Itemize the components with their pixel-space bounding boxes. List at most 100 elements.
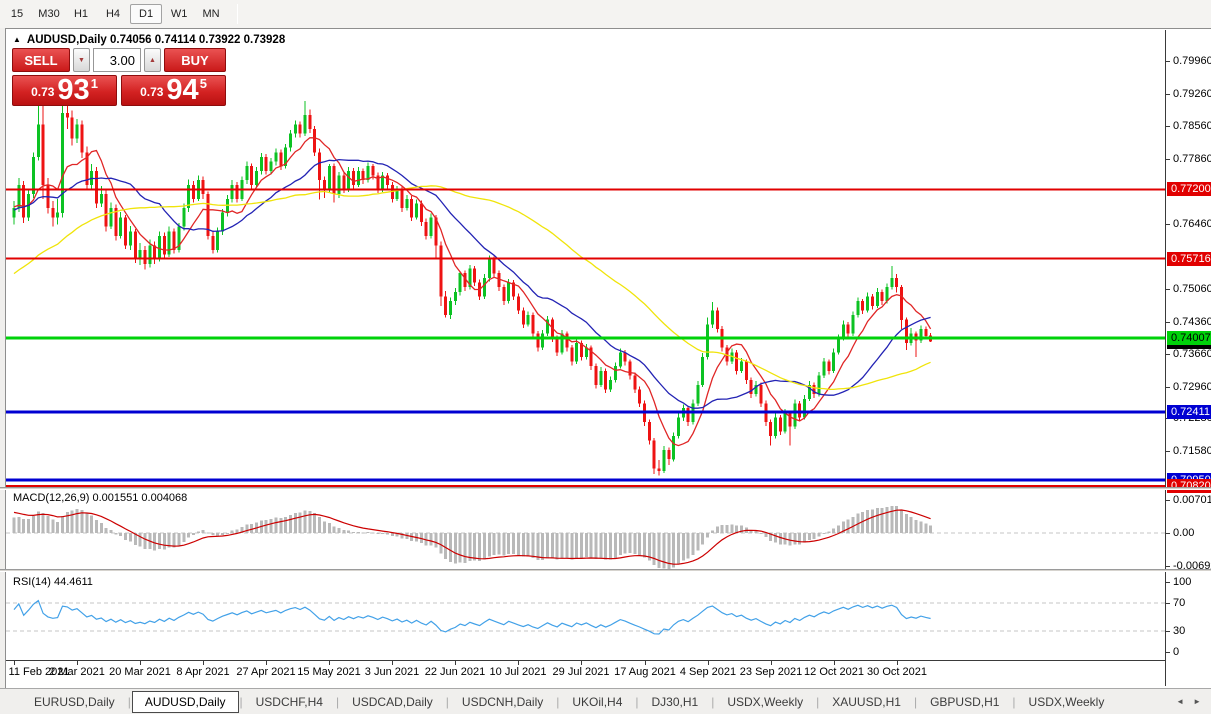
toolbar-separator bbox=[237, 4, 239, 24]
time-label: 12 Oct 2021 bbox=[804, 666, 864, 678]
chart-tab-usdchf-h4[interactable]: USDCHF,H4 bbox=[244, 692, 335, 712]
price-chart-canvas[interactable] bbox=[6, 30, 1165, 660]
chart-tab-usdx-weekly[interactable]: USDX,Weekly bbox=[1017, 692, 1117, 712]
timeframe-button-mn[interactable]: MN bbox=[196, 5, 226, 23]
price-axis[interactable]: 0.79960 0.79260 0.78560 0.77860 0.76460 0.750… bbox=[1165, 30, 1211, 686]
chart-tab-gbpusd-h1[interactable]: GBPUSD,H1 bbox=[918, 692, 1011, 712]
time-label: 23 Sep 2021 bbox=[739, 666, 803, 678]
time-label: 15 May 2021 bbox=[297, 666, 361, 678]
panel-splitter[interactable] bbox=[0, 569, 1211, 572]
chart-tab-dj30-h1[interactable]: DJ30,H1 bbox=[640, 692, 711, 712]
timeframe-button-h1[interactable]: H1 bbox=[66, 5, 96, 23]
hline-price-label: 0.77200 bbox=[1167, 182, 1211, 196]
time-tick bbox=[897, 661, 898, 665]
time-label: 17 Aug 2021 bbox=[614, 666, 676, 678]
hline-price-label: 0.72411 bbox=[1167, 405, 1211, 419]
chart-tab-xauusd-h1[interactable]: XAUUSD,H1 bbox=[820, 692, 913, 712]
macd-axis-label: 0.00 bbox=[1166, 526, 1211, 540]
chart-tab-audusd-daily[interactable]: AUDUSD,Daily bbox=[131, 690, 239, 713]
time-label: 10 Jul 2021 bbox=[489, 666, 547, 678]
time-tick bbox=[518, 661, 519, 665]
collapse-triangle-icon[interactable]: ▲ bbox=[13, 35, 21, 44]
sell-price-pips: 93 bbox=[57, 74, 90, 106]
time-tick bbox=[834, 661, 835, 665]
timeframe-toolbar: 15 M30 H1 H4 D1 W1 MN bbox=[0, 0, 1211, 28]
time-label: 30 Oct 2021 bbox=[867, 666, 927, 678]
panel-splitter[interactable] bbox=[0, 487, 1211, 490]
macd-axis-label: 0.007015 bbox=[1166, 493, 1211, 507]
price-tick-label: 0.72960 bbox=[1166, 380, 1211, 394]
chart-title-text: AUDUSD,Daily 0.74056 0.74114 0.73922 0.7… bbox=[26, 34, 286, 46]
time-label: 29 Jul 2021 bbox=[552, 666, 610, 678]
timeframe-button-h4[interactable]: H4 bbox=[98, 5, 128, 23]
time-label: 22 Jun 2021 bbox=[424, 666, 486, 678]
time-label: 27 Apr 2021 bbox=[236, 666, 296, 678]
timeframe-button-15[interactable]: 15 bbox=[2, 5, 32, 23]
volume-input[interactable] bbox=[93, 48, 141, 72]
time-label: 3 Jun 2021 bbox=[364, 666, 420, 678]
rsi-indicator-label: RSI(14) 44.4611 bbox=[13, 576, 93, 588]
chart-tab-usdcnh-daily[interactable]: USDCNH,Daily bbox=[450, 692, 555, 712]
time-tick bbox=[771, 661, 772, 665]
tab-scroll-left-icon[interactable]: ◄ bbox=[1176, 697, 1184, 706]
time-tick bbox=[14, 661, 15, 665]
timeframe-button-w1[interactable]: W1 bbox=[164, 5, 194, 23]
time-tick bbox=[203, 661, 204, 665]
hline-price-label: 0.70820 bbox=[1167, 479, 1211, 493]
time-tick bbox=[266, 661, 267, 665]
buy-price-point: 5 bbox=[199, 76, 207, 91]
rsi-axis-label: 70 bbox=[1166, 596, 1211, 610]
time-tick bbox=[455, 661, 456, 665]
price-tick-label: 0.79260 bbox=[1166, 87, 1211, 101]
time-tick bbox=[77, 661, 78, 665]
price-tick-label: 0.74360 bbox=[1166, 315, 1211, 329]
rsi-panel bbox=[6, 599, 1165, 635]
price-tick-label: 0.79960 bbox=[1166, 54, 1211, 68]
time-label: 4 Sep 2021 bbox=[679, 666, 737, 678]
time-tick bbox=[392, 661, 393, 665]
chart-tab-usdx-weekly[interactable]: USDX,Weekly bbox=[715, 692, 815, 712]
time-tick bbox=[329, 661, 330, 665]
price-tick-label: 0.76460 bbox=[1166, 217, 1211, 231]
sell-price-display[interactable]: 0.73 93 1 bbox=[12, 75, 117, 106]
rsi-axis-label: 0 bbox=[1166, 645, 1211, 659]
buy-price-bigfigure: 0.73 bbox=[140, 85, 164, 99]
rsi-axis-label: 100 bbox=[1166, 575, 1211, 589]
timeframe-button-d1[interactable]: D1 bbox=[130, 4, 163, 24]
buy-price-display[interactable]: 0.73 94 5 bbox=[121, 75, 226, 106]
time-tick bbox=[581, 661, 582, 665]
tab-scroll-arrows: ◄ ► bbox=[1176, 697, 1201, 706]
macd-indicator-label: MACD(12,26,9) 0.001551 0.004068 bbox=[13, 492, 188, 504]
price-tick-label: 0.73660 bbox=[1166, 347, 1211, 361]
time-tick bbox=[645, 661, 646, 665]
hline-price-label: 0.75716 bbox=[1167, 252, 1211, 266]
buy-price-pips: 94 bbox=[166, 74, 199, 106]
price-tick-label: 0.75060 bbox=[1166, 282, 1211, 296]
chart-title: ▲ AUDUSD,Daily 0.74056 0.74114 0.73922 0.… bbox=[13, 34, 285, 46]
main-price-panel bbox=[6, 101, 1165, 488]
hline-price-label: 0.74007 bbox=[1167, 331, 1211, 345]
price-tick-label: 0.71580 bbox=[1166, 444, 1211, 458]
time-axis[interactable]: 11 Feb 2021 2 Mar 2021 20 Mar 2021 8 Apr 20… bbox=[6, 660, 1165, 686]
chart-tab-eurusd-daily[interactable]: EURUSD,Daily bbox=[22, 692, 127, 712]
buy-button[interactable]: BUY bbox=[164, 48, 226, 72]
chart-tab-bar: EURUSD,Daily | AUDUSD,Daily | USDCHF,H4 | USDC… bbox=[0, 688, 1211, 714]
macd-panel bbox=[6, 506, 1165, 570]
rsi-axis-label: 30 bbox=[1166, 624, 1211, 638]
time-tick bbox=[140, 661, 141, 665]
time-label: 8 Apr 2021 bbox=[176, 666, 230, 678]
sell-button[interactable]: SELL bbox=[12, 48, 70, 72]
chart-tab-usdcad-daily[interactable]: USDCAD,Daily bbox=[340, 692, 445, 712]
time-label: 20 Mar 2021 bbox=[109, 666, 171, 678]
volume-increase-button[interactable]: ▲ bbox=[144, 48, 161, 72]
price-tick-label: 0.78560 bbox=[1166, 119, 1211, 133]
price-tick-label: 0.77860 bbox=[1166, 152, 1211, 166]
sell-price-bigfigure: 0.73 bbox=[31, 85, 55, 99]
time-label: 2 Mar 2021 bbox=[49, 666, 105, 678]
tab-scroll-right-icon[interactable]: ► bbox=[1193, 697, 1201, 706]
one-click-trade-panel: SELL ▼ ▲ BUY 0.73 93 1 0.73 94 5 bbox=[12, 48, 226, 106]
chart-tab-ukoil-h4[interactable]: UKOil,H4 bbox=[560, 692, 634, 712]
sell-price-point: 1 bbox=[90, 76, 98, 91]
timeframe-button-m30[interactable]: M30 bbox=[34, 5, 64, 23]
volume-decrease-button[interactable]: ▼ bbox=[73, 48, 90, 72]
